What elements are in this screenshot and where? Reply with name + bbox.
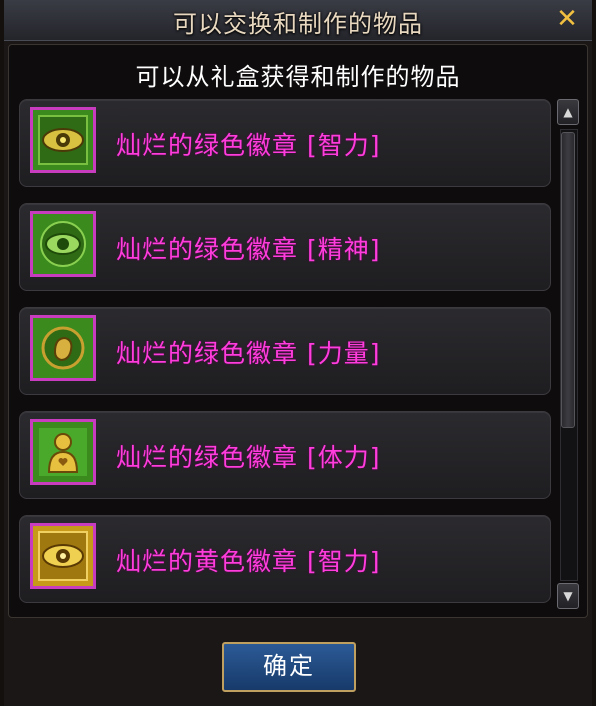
list-item[interactable]: 灿烂的绿色徽章 [力量] — [19, 307, 551, 395]
item-name: 灿烂的绿色徽章 [精神] — [116, 235, 381, 264]
scroll-track[interactable] — [560, 129, 578, 581]
list-item[interactable]: 灿烂的绿色徽章 [体力] — [19, 411, 551, 499]
item-name: 灿烂的绿色徽章 [智力] — [116, 131, 381, 160]
title-bar: 可以交换和制作的物品 ✕ — [4, 0, 592, 41]
body-emblem-icon — [30, 419, 96, 485]
scrollbar[interactable]: ▲ ▼ — [557, 99, 579, 609]
dialog-title: 可以交换和制作的物品 — [173, 10, 423, 38]
chevron-down-icon: ▼ — [563, 589, 573, 603]
item-list-panel: 可以从礼盒获得和制作的物品 灿烂的绿色徽章 [智力] 灿烂的绿色徽章 [精神] … — [8, 44, 588, 618]
eye-emblem-icon — [30, 107, 96, 173]
fist-emblem-icon — [30, 315, 96, 381]
close-icon: ✕ — [556, 4, 578, 34]
list-item[interactable]: 灿烂的绿色徽章 [精神] — [19, 203, 551, 291]
eye-emblem-icon — [30, 523, 96, 589]
scroll-up-button[interactable]: ▲ — [557, 99, 579, 125]
scroll-down-button[interactable]: ▼ — [557, 583, 579, 609]
item-name: 灿烂的绿色徽章 [力量] — [116, 339, 381, 368]
panel-subtitle: 可以从礼盒获得和制作的物品 — [135, 63, 461, 91]
list-item[interactable]: 灿烂的绿色徽章 [智力] — [19, 99, 551, 187]
item-name: 灿烂的黄色徽章 [智力] — [116, 547, 381, 576]
item-name: 灿烂的绿色徽章 [体力] — [116, 443, 381, 472]
chevron-up-icon: ▲ — [563, 105, 573, 119]
list-item[interactable]: 灿烂的黄色徽章 [智力] — [19, 515, 551, 603]
close-button[interactable]: ✕ — [552, 4, 582, 34]
confirm-button[interactable]: 确定 — [222, 642, 356, 692]
spirit-eye-emblem-icon — [30, 211, 96, 277]
exchange-dialog: 可以交换和制作的物品 ✕ 可以从礼盒获得和制作的物品 灿烂的绿色徽章 [智力] — [4, 0, 592, 706]
scroll-thumb[interactable] — [561, 132, 575, 428]
